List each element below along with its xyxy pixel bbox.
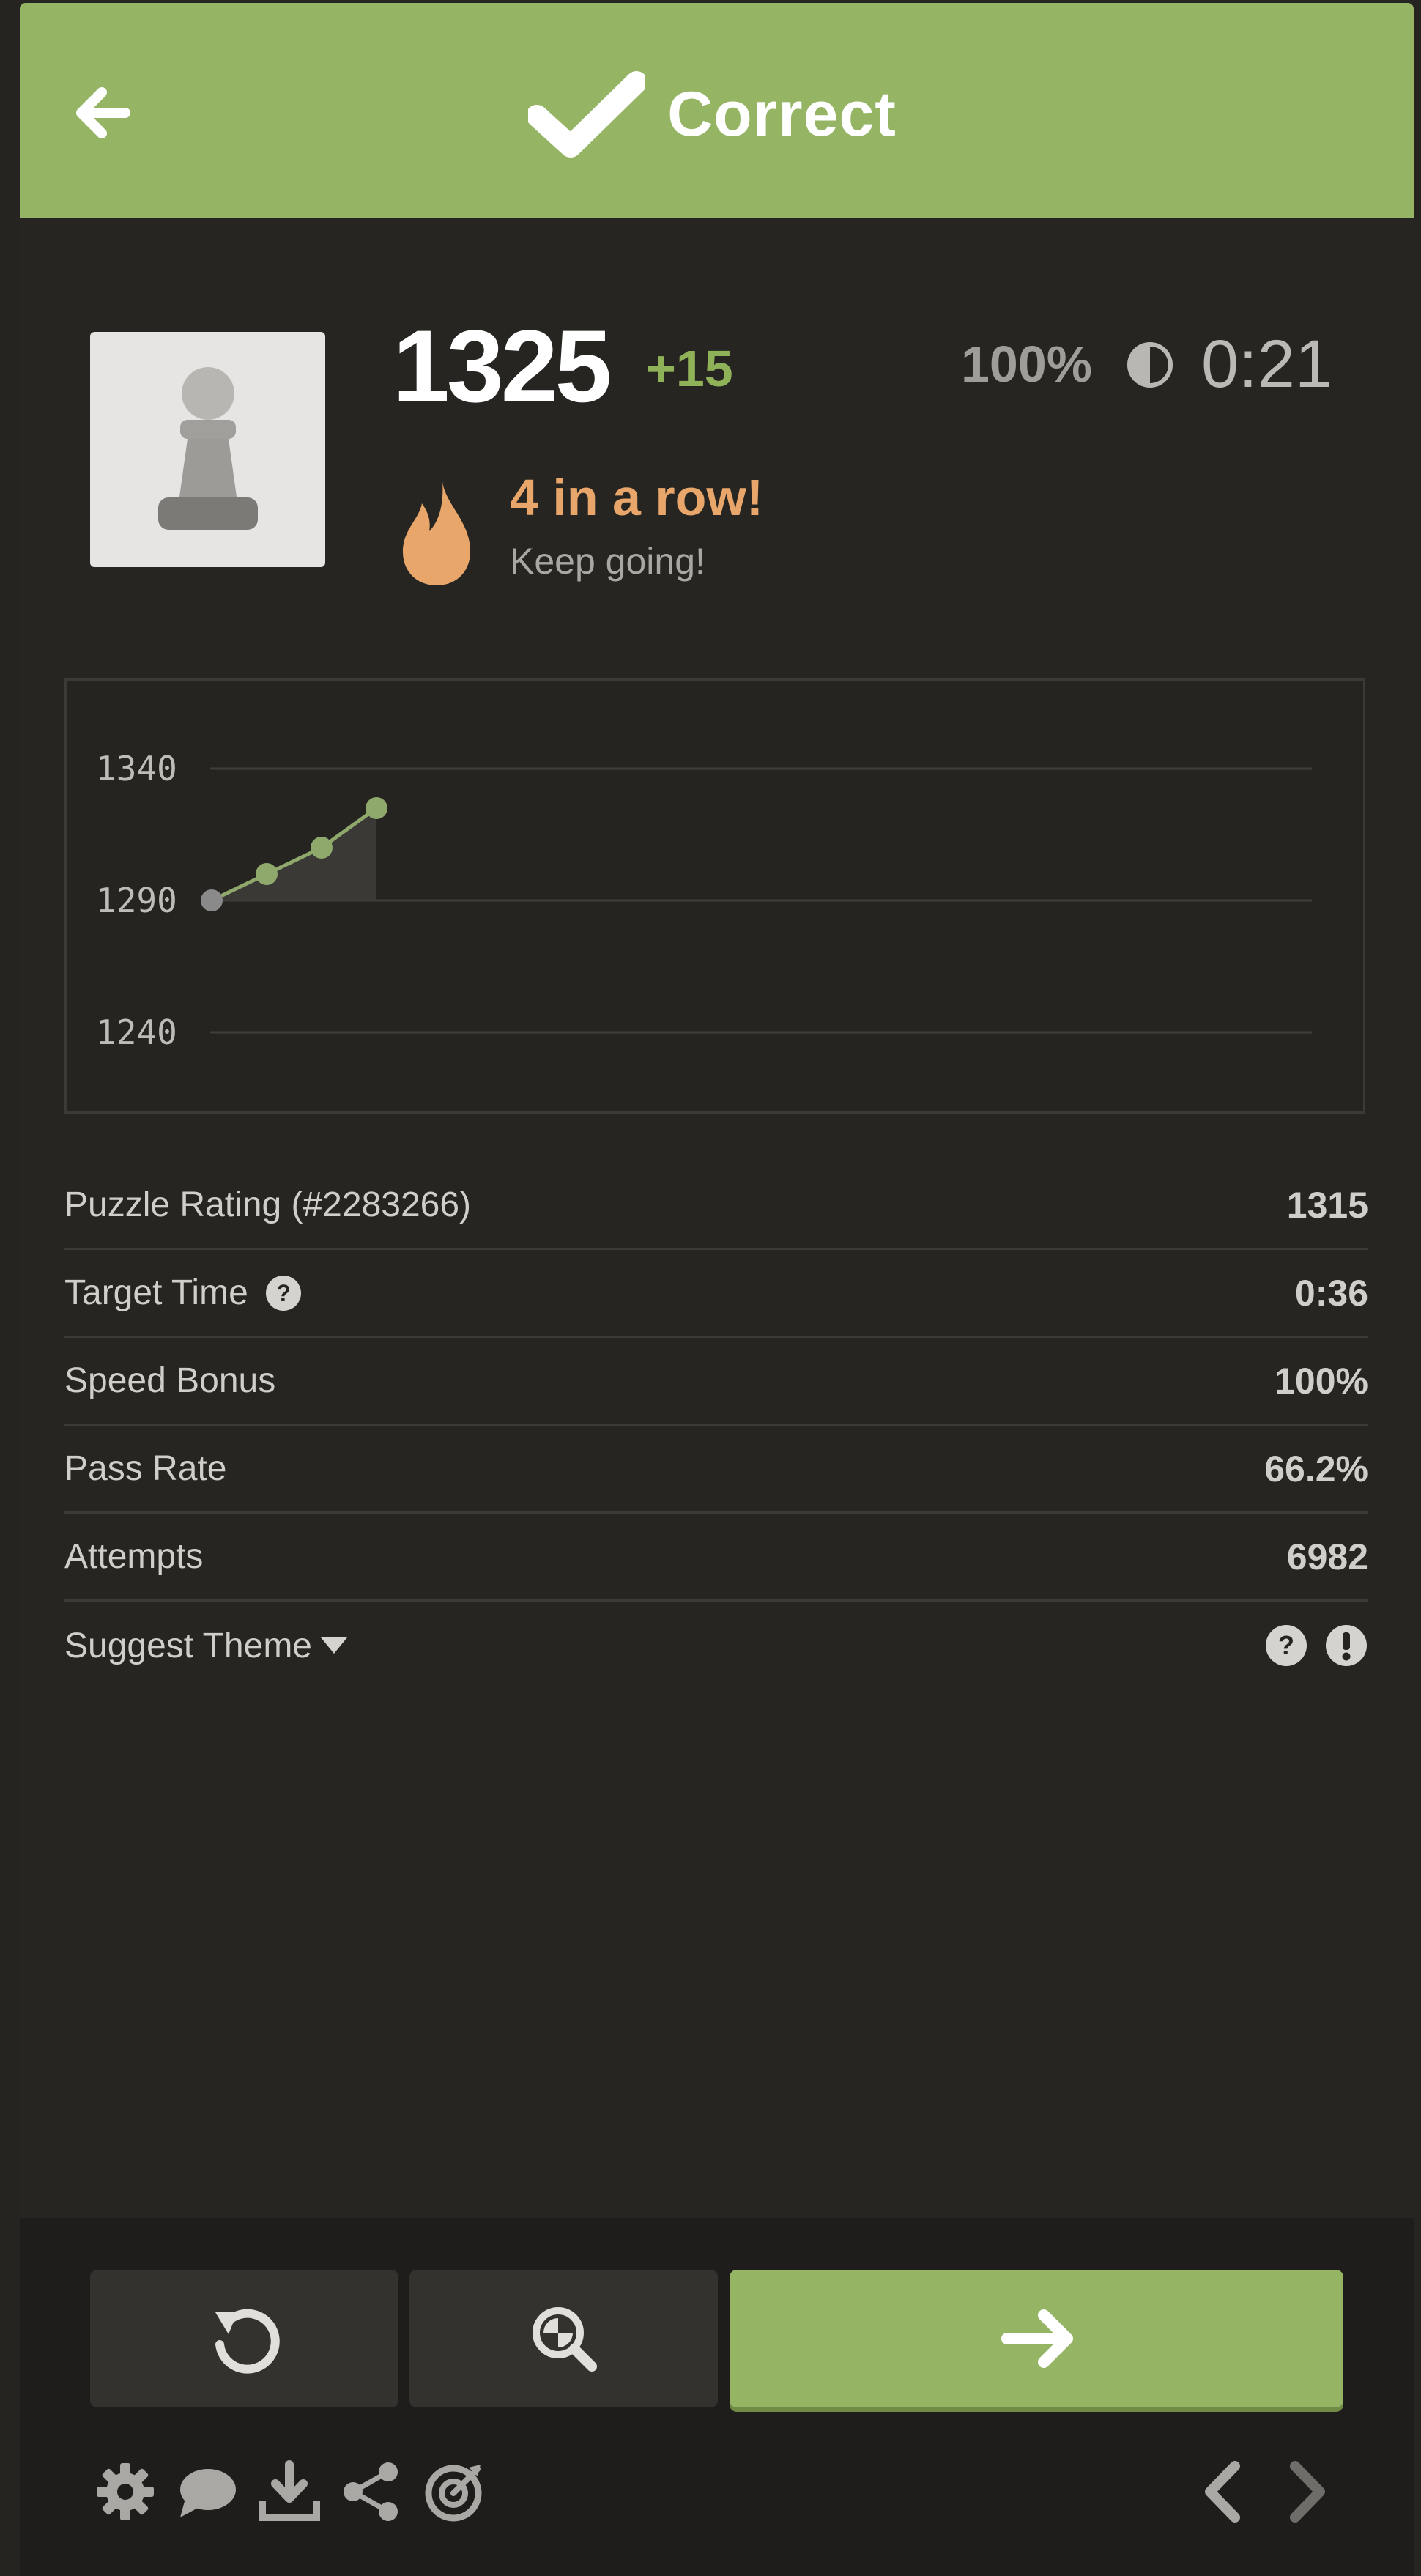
stat-row-puzzle-rating: Puzzle Rating (#2283266) 1315 xyxy=(64,1162,1368,1250)
chevron-right-icon[interactable] xyxy=(1273,2459,1339,2525)
download-icon[interactable] xyxy=(256,2459,322,2525)
stat-value: 100% xyxy=(1275,1360,1368,1402)
stat-value: 1315 xyxy=(1286,1184,1368,1226)
speed-percent: 100% xyxy=(961,336,1093,393)
caret-down-icon xyxy=(321,1637,347,1654)
target-icon[interactable] xyxy=(420,2459,486,2525)
stat-label: Pass Rate xyxy=(64,1449,227,1488)
retry-button[interactable] xyxy=(90,2270,398,2407)
stat-value: 66.2% xyxy=(1264,1448,1368,1489)
chevron-left-icon[interactable] xyxy=(1191,2459,1257,2525)
suggest-theme-dropdown[interactable]: Suggest Theme xyxy=(64,1626,349,1666)
streak-title: 4 in a row! xyxy=(510,469,764,526)
checkmark-icon xyxy=(528,71,646,158)
stat-value: 6982 xyxy=(1286,1536,1368,1577)
rating-change: +15 xyxy=(646,340,733,397)
header-title-group: Correct xyxy=(20,70,1414,158)
solve-time: 0:21 xyxy=(1201,327,1333,401)
theme-icon-group: ? xyxy=(1264,1624,1368,1668)
next-arrow-icon xyxy=(1001,2309,1073,2368)
chart-point xyxy=(311,837,333,859)
svg-text:?: ? xyxy=(1278,1630,1294,1660)
y-tick-label: 1340 xyxy=(96,749,177,788)
stat-label: Speed Bonus xyxy=(64,1361,276,1400)
stat-row-pass-rate: Pass Rate 66.2% xyxy=(64,1426,1368,1514)
retry-icon xyxy=(215,2309,280,2374)
stat-row-speed-bonus: Speed Bonus 100% xyxy=(64,1338,1368,1426)
stat-label: Attempts xyxy=(64,1537,204,1576)
analysis-icon xyxy=(532,2307,597,2372)
puzzle-avatar xyxy=(90,332,325,567)
chart-point xyxy=(366,797,387,819)
flame-icon xyxy=(403,481,470,585)
y-tick-label: 1290 xyxy=(96,881,177,920)
stat-label: Puzzle Rating (#2283266) xyxy=(64,1185,472,1224)
analysis-board-button[interactable] xyxy=(409,2270,718,2407)
half-circle-clock-icon xyxy=(1127,342,1173,388)
question-circle-icon[interactable]: ? xyxy=(264,1274,303,1312)
gear-icon[interactable] xyxy=(92,2459,158,2525)
stat-row-suggest-theme: Suggest Theme ? xyxy=(64,1602,1368,1689)
y-tick-label: 1240 xyxy=(96,1013,177,1052)
exclamation-circle-icon[interactable] xyxy=(1324,1624,1368,1668)
header-title: Correct xyxy=(667,78,897,149)
svg-text:?: ? xyxy=(276,1280,291,1306)
question-circle-icon[interactable]: ? xyxy=(1264,1624,1308,1668)
chat-icon[interactable] xyxy=(174,2459,240,2525)
stat-value: 0:36 xyxy=(1294,1272,1368,1314)
chart-point xyxy=(256,863,278,885)
stat-row-attempts: Attempts 6982 xyxy=(64,1514,1368,1602)
user-rating: 1325 xyxy=(393,308,612,423)
next-puzzle-button[interactable] xyxy=(730,2270,1343,2407)
suggest-theme-label: Suggest Theme xyxy=(64,1626,312,1665)
streak-subtitle: Keep going! xyxy=(510,541,705,582)
chart-point xyxy=(201,889,223,911)
share-icon[interactable] xyxy=(338,2459,404,2525)
stat-label: Target Time xyxy=(64,1273,248,1312)
result-header: Correct xyxy=(20,3,1414,218)
rating-chart: 1340 1290 1240 xyxy=(64,678,1365,1114)
pawn-icon xyxy=(157,366,258,530)
rating-chart-svg: 1340 1290 1240 xyxy=(96,749,1312,1052)
stat-label-group: Target Time ? xyxy=(64,1273,303,1313)
puzzle-stats-table: Puzzle Rating (#2283266) 1315 Target Tim… xyxy=(64,1162,1368,1689)
stat-row-target-time: Target Time ? 0:36 xyxy=(64,1250,1368,1338)
